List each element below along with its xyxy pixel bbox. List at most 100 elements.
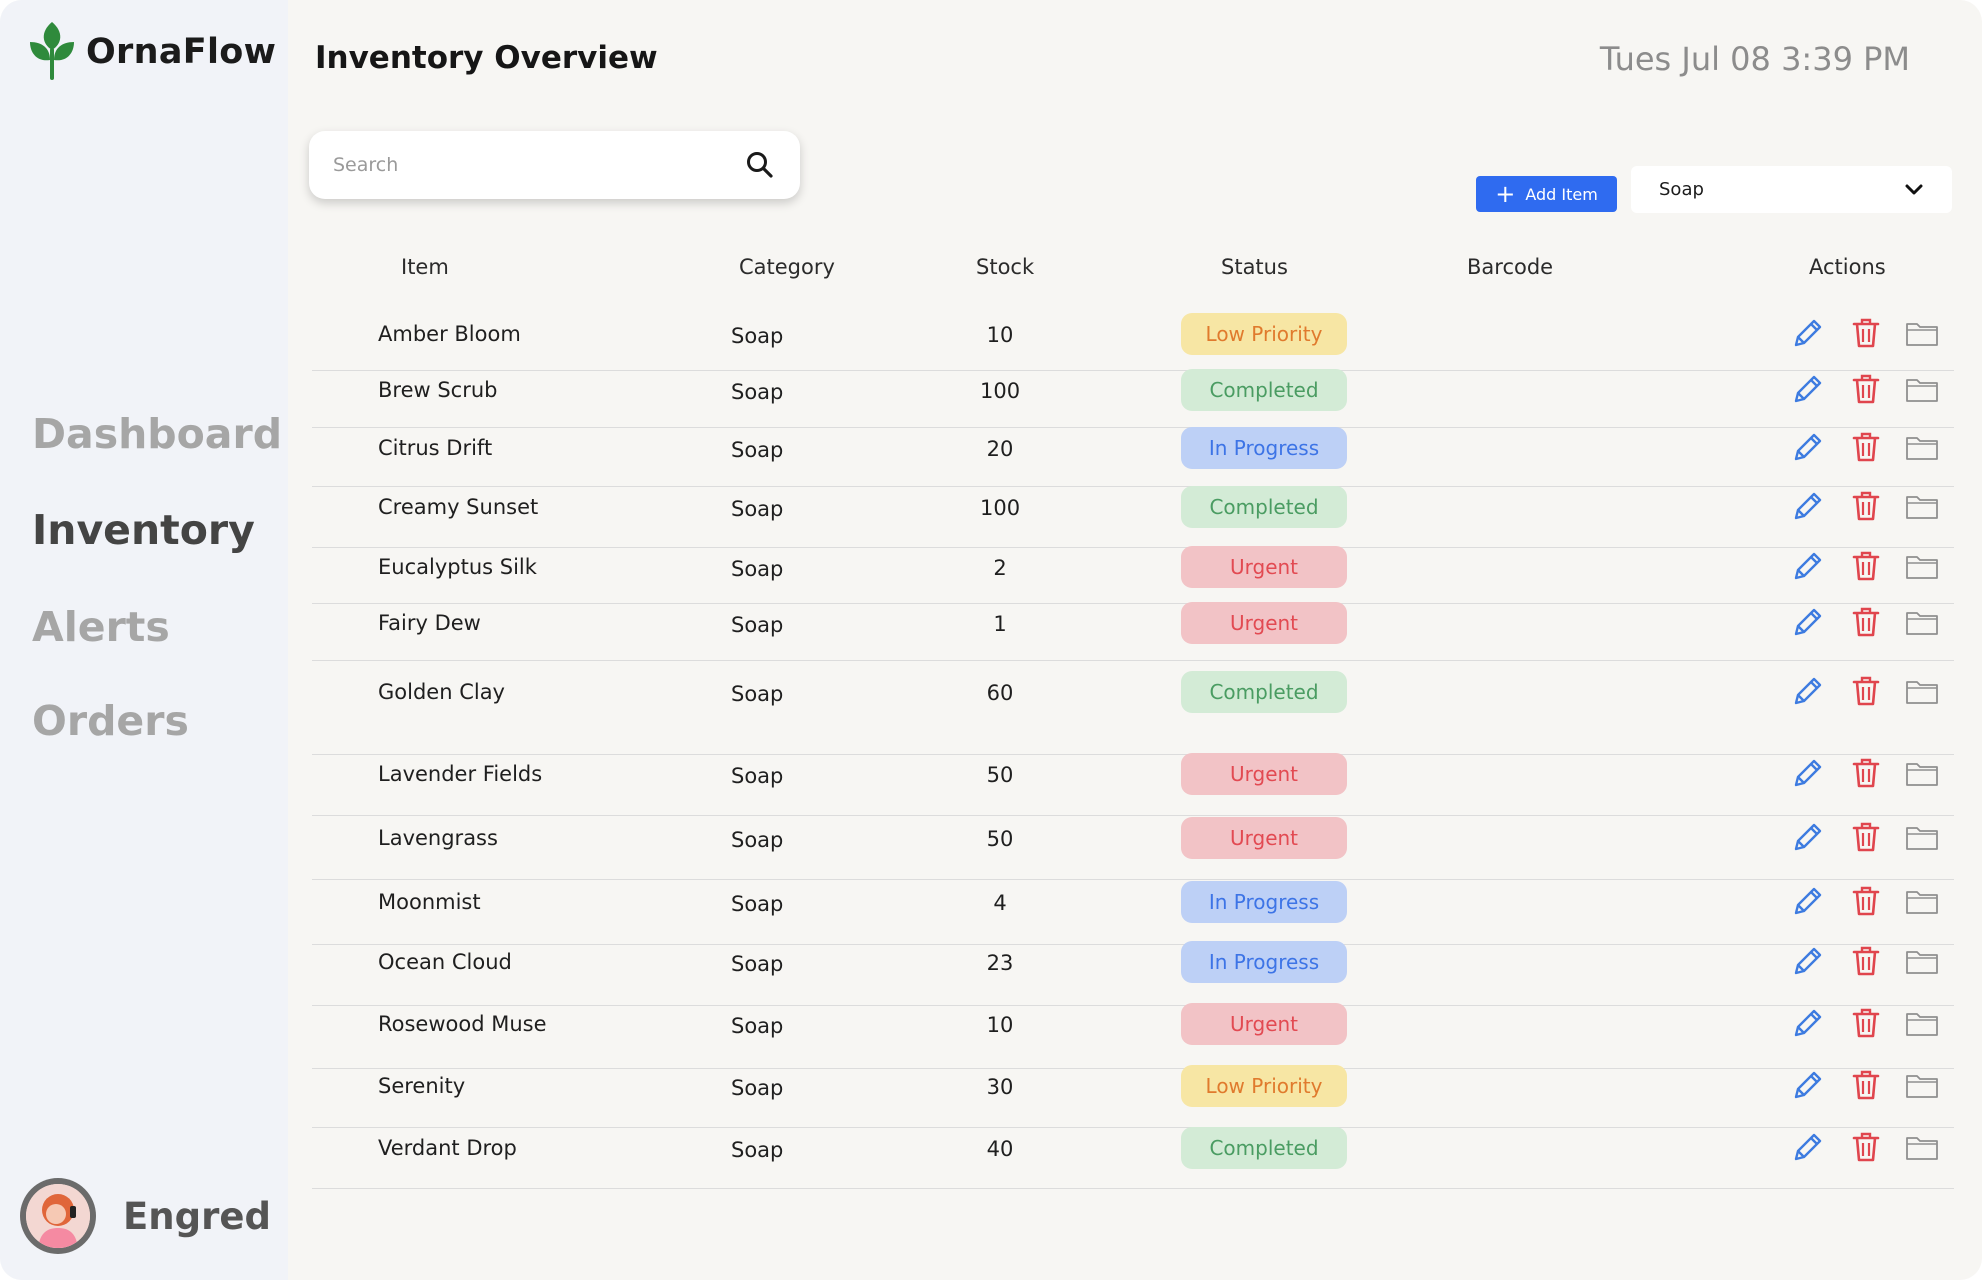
cell-category-ocean-cloud: Soap bbox=[731, 952, 784, 976]
edit-pencil-icon[interactable] bbox=[1790, 755, 1826, 791]
edit-pencil-icon[interactable] bbox=[1790, 1129, 1826, 1165]
row-divider bbox=[312, 1127, 1954, 1128]
column-header-actions: Actions bbox=[1809, 255, 1886, 279]
row-divider bbox=[312, 1005, 1954, 1006]
edit-pencil-icon[interactable] bbox=[1790, 488, 1826, 524]
cell-item-lavengrass: Lavengrass bbox=[378, 826, 498, 850]
search-input[interactable] bbox=[333, 149, 713, 181]
user-name: Engred bbox=[123, 1194, 271, 1238]
delete-trash-icon[interactable] bbox=[1848, 315, 1884, 351]
cell-item-golden-clay: Golden Clay bbox=[378, 680, 505, 704]
status-badge-moonmist: In Progress bbox=[1181, 881, 1347, 923]
column-header-status[interactable]: Status bbox=[1221, 255, 1288, 279]
folder-icon[interactable] bbox=[1904, 755, 1940, 791]
status-badge-brew-scrub: Completed bbox=[1181, 369, 1347, 411]
edit-pencil-icon[interactable] bbox=[1790, 883, 1826, 919]
edit-pencil-icon[interactable] bbox=[1790, 604, 1826, 640]
cell-stock-serenity: 30 bbox=[986, 1075, 1014, 1099]
edit-pencil-icon[interactable] bbox=[1790, 1005, 1826, 1041]
folder-icon[interactable] bbox=[1904, 1005, 1940, 1041]
delete-trash-icon[interactable] bbox=[1848, 604, 1884, 640]
folder-icon[interactable] bbox=[1904, 488, 1940, 524]
status-badge-serenity: Low Priority bbox=[1181, 1065, 1347, 1107]
delete-trash-icon[interactable] bbox=[1848, 819, 1884, 855]
sidebar: OrnaFlow Dashboard Inventory Alerts Orde… bbox=[0, 0, 288, 1280]
folder-icon[interactable] bbox=[1904, 371, 1940, 407]
chevron-down-icon bbox=[1904, 180, 1924, 200]
folder-icon[interactable] bbox=[1904, 429, 1940, 465]
row-divider bbox=[312, 486, 1954, 487]
folder-icon[interactable] bbox=[1904, 1067, 1940, 1103]
delete-trash-icon[interactable] bbox=[1848, 548, 1884, 584]
edit-pencil-icon[interactable] bbox=[1790, 819, 1826, 855]
folder-icon[interactable] bbox=[1904, 673, 1940, 709]
brand-name: OrnaFlow bbox=[86, 32, 277, 72]
edit-pencil-icon[interactable] bbox=[1790, 673, 1826, 709]
folder-icon[interactable] bbox=[1904, 819, 1940, 855]
brand[interactable]: OrnaFlow bbox=[28, 20, 276, 84]
row-divider bbox=[312, 547, 1954, 548]
folder-icon[interactable] bbox=[1904, 943, 1940, 979]
delete-trash-icon[interactable] bbox=[1848, 755, 1884, 791]
sidebar-item-dashboard[interactable]: Dashboard bbox=[32, 410, 282, 458]
edit-pencil-icon[interactable] bbox=[1790, 943, 1826, 979]
status-badge-eucalyptus-silk: Urgent bbox=[1181, 546, 1347, 588]
datetime: Tues Jul 08 3:39 PM bbox=[1599, 40, 1910, 78]
delete-trash-icon[interactable] bbox=[1848, 1005, 1884, 1041]
folder-icon[interactable] bbox=[1904, 604, 1940, 640]
cell-item-citrus-drift: Citrus Drift bbox=[378, 436, 493, 460]
edit-pencil-icon[interactable] bbox=[1790, 548, 1826, 584]
column-header-barcode[interactable]: Barcode bbox=[1467, 255, 1553, 279]
delete-trash-icon[interactable] bbox=[1848, 371, 1884, 407]
sidebar-item-alerts[interactable]: Alerts bbox=[32, 603, 170, 651]
column-header-item[interactable]: Item bbox=[401, 255, 449, 279]
cell-stock-ocean-cloud: 23 bbox=[986, 951, 1014, 975]
cell-item-ocean-cloud: Ocean Cloud bbox=[378, 950, 512, 974]
column-header-stock[interactable]: Stock bbox=[976, 255, 1034, 279]
folder-icon[interactable] bbox=[1904, 548, 1940, 584]
cell-item-amber-bloom: Amber Bloom bbox=[378, 322, 521, 346]
delete-trash-icon[interactable] bbox=[1848, 943, 1884, 979]
cell-stock-moonmist: 4 bbox=[993, 891, 1007, 915]
category-filter-dropdown[interactable]: Soap bbox=[1631, 166, 1952, 213]
cell-stock-eucalyptus-silk: 2 bbox=[993, 556, 1007, 580]
search-icon[interactable] bbox=[744, 149, 776, 181]
cell-category-golden-clay: Soap bbox=[731, 682, 784, 706]
cell-category-moonmist: Soap bbox=[731, 892, 784, 916]
user-avatar-icon bbox=[26, 1184, 90, 1248]
delete-trash-icon[interactable] bbox=[1848, 1067, 1884, 1103]
column-header-category[interactable]: Category bbox=[739, 255, 835, 279]
edit-pencil-icon[interactable] bbox=[1790, 371, 1826, 407]
delete-trash-icon[interactable] bbox=[1848, 673, 1884, 709]
category-filter-value: Soap bbox=[1659, 179, 1704, 200]
sidebar-item-orders[interactable]: Orders bbox=[32, 697, 189, 745]
leaf-icon bbox=[28, 20, 76, 84]
row-divider bbox=[312, 1188, 1954, 1189]
cell-stock-citrus-drift: 20 bbox=[986, 437, 1014, 461]
row-divider bbox=[312, 754, 1954, 755]
edit-pencil-icon[interactable] bbox=[1790, 1067, 1826, 1103]
cell-stock-golden-clay: 60 bbox=[986, 681, 1014, 705]
edit-pencil-icon[interactable] bbox=[1790, 315, 1826, 351]
avatar[interactable] bbox=[20, 1178, 96, 1254]
cell-category-citrus-drift: Soap bbox=[731, 438, 784, 462]
edit-pencil-icon[interactable] bbox=[1790, 429, 1826, 465]
sidebar-item-inventory[interactable]: Inventory bbox=[32, 506, 255, 554]
delete-trash-icon[interactable] bbox=[1848, 883, 1884, 919]
delete-trash-icon[interactable] bbox=[1848, 429, 1884, 465]
add-item-button[interactable]: + Add Item bbox=[1476, 176, 1617, 212]
user-profile[interactable]: Engred bbox=[20, 1178, 271, 1254]
row-divider bbox=[312, 879, 1954, 880]
delete-trash-icon[interactable] bbox=[1848, 488, 1884, 524]
folder-icon[interactable] bbox=[1904, 883, 1940, 919]
page-title: Inventory Overview bbox=[315, 40, 658, 76]
cell-item-lavender-fields: Lavender Fields bbox=[378, 762, 543, 786]
cell-stock-verdant-drop: 40 bbox=[986, 1137, 1014, 1161]
cell-category-serenity: Soap bbox=[731, 1076, 784, 1100]
delete-trash-icon[interactable] bbox=[1848, 1129, 1884, 1165]
status-badge-creamy-sunset: Completed bbox=[1181, 486, 1347, 528]
folder-icon[interactable] bbox=[1904, 315, 1940, 351]
folder-icon[interactable] bbox=[1904, 1129, 1940, 1165]
status-badge-lavengrass: Urgent bbox=[1181, 817, 1347, 859]
row-divider bbox=[312, 815, 1954, 816]
